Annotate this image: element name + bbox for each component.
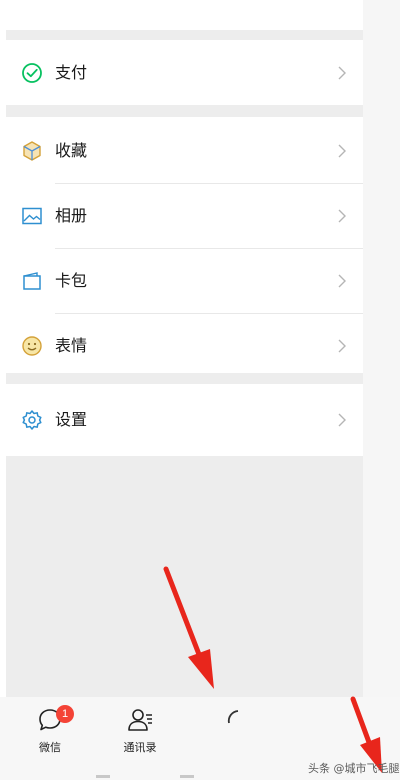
pay-section: 支付 [6,40,363,105]
menu-item-album[interactable]: 相册 [6,184,363,248]
annotation-arrow-discover [163,566,214,689]
menu-item-pay[interactable]: 支付 [6,41,363,105]
menu-item-album-label: 相册 [55,206,88,225]
home-indicator [180,775,194,778]
gear-icon [20,408,44,432]
services-section: 收藏 相册 卡包 表情 [6,117,363,373]
tab-chats[interactable]: 1 微信 [20,705,80,755]
tab-contacts[interactable]: 通讯录 [110,705,170,755]
tab-contacts-label: 通讯录 [123,741,157,754]
menu-item-favorites[interactable]: 收藏 [6,119,363,183]
chevron-right-icon [338,274,346,288]
menu-item-cards[interactable]: 卡包 [6,249,363,313]
home-indicator [96,775,110,778]
menu-item-pay-label: 支付 [55,63,88,82]
chevron-right-icon [338,66,346,80]
cube-icon [20,139,44,163]
menu-item-settings-label: 设置 [55,410,88,429]
chevron-right-icon [338,209,346,223]
wallet-icon [20,269,44,293]
smiley-icon [20,334,44,358]
wechat-pay-icon [20,61,44,85]
chevron-right-icon [338,339,346,353]
screen-edge [363,0,400,780]
menu-item-settings[interactable]: 设置 [6,388,363,452]
tab-chats-label: 微信 [39,741,61,754]
menu-item-stickers-label: 表情 [55,336,88,355]
menu-item-stickers[interactable]: 表情 [6,314,363,378]
image-icon [20,204,44,228]
settings-section: 设置 [6,384,363,456]
watermark: 头条 @城市飞毛腿 [308,762,400,775]
profile-card-bottom [6,0,363,30]
unread-badge: 1 [56,705,74,723]
chevron-right-icon [338,413,346,427]
compass-icon [215,705,245,735]
tab-discover[interactable] [200,705,260,735]
chevron-right-icon [338,144,346,158]
contacts-icon [125,705,155,735]
menu-item-favorites-label: 收藏 [55,141,88,160]
menu-item-cards-label: 卡包 [55,271,88,290]
